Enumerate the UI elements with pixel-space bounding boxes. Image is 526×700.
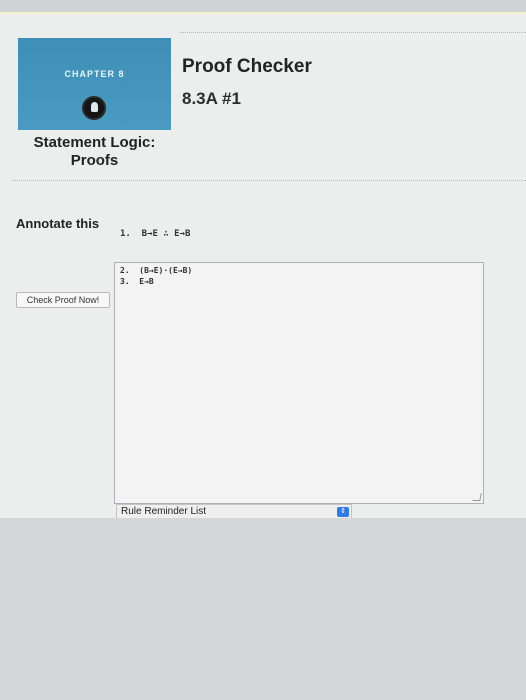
chapter-subtitle: Statement Logic: Proofs [18,134,171,170]
proof-line: 2. (B→E)·(E→B) [120,266,193,275]
problem-id: 8.3A #1 [182,89,241,108]
chapter-label: CHAPTER 8 [64,69,125,79]
section-divider [12,180,526,181]
lightbulb-icon [82,96,106,120]
header-divider [180,32,526,33]
premise-line: 1. B→E ∴ E→B [120,229,191,239]
chapter-subtitle-line1: Statement Logic: [33,134,156,151]
proof-line: 3. E→B [120,277,154,286]
proof-checker-page: CHAPTER 8 Statement Logic: Proofs Proof … [0,12,526,522]
check-proof-button[interactable]: Check Proof Now! [16,292,110,308]
page-title: Proof Checker [182,56,312,77]
rule-reminder-selected: Rule Reminder List [121,506,207,517]
desktop-background [0,518,526,700]
chapter-subtitle-line2: Proofs [70,152,119,169]
proof-textarea[interactable]: 2. (B→E)·(E→B) 3. E→B [114,262,484,504]
annotate-label: Annotate this [16,216,100,231]
select-arrows-icon[interactable]: ⇕ [337,507,349,517]
chapter-banner: CHAPTER 8 [18,38,171,130]
resize-handle-icon[interactable] [472,493,482,501]
chapter-card: CHAPTER 8 Statement Logic: Proofs [18,38,171,180]
